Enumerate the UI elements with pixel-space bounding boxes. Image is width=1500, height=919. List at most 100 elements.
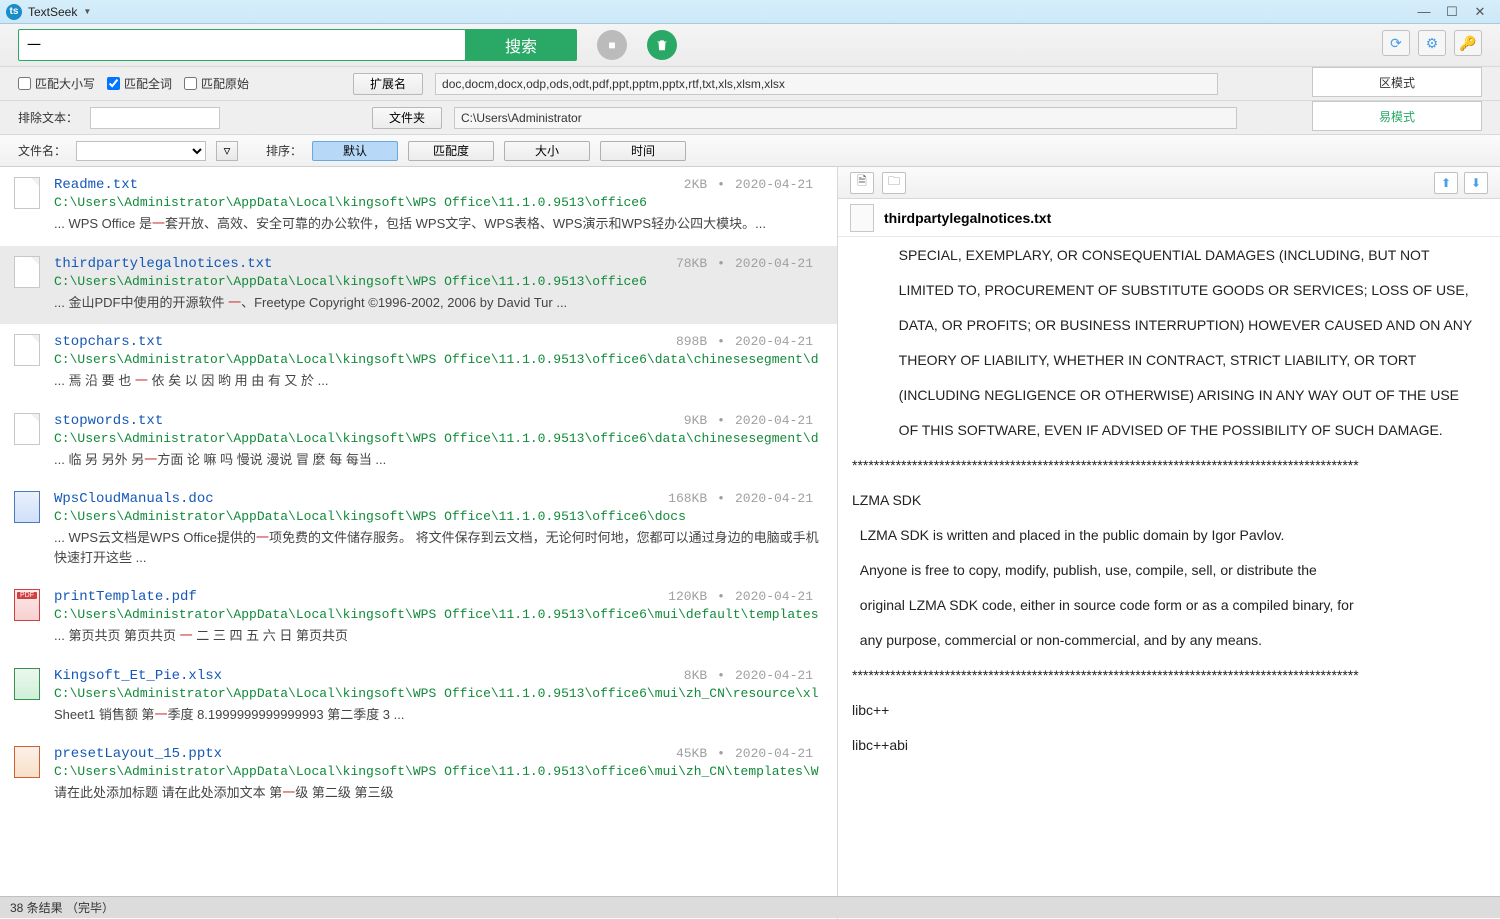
- preview-doc-view-button[interactable]: 🗎: [850, 172, 874, 194]
- result-date: 2020-04-21: [735, 413, 813, 428]
- result-meta: 8KB•2020-04-21: [684, 668, 813, 683]
- result-date: 2020-04-21: [735, 334, 813, 349]
- close-button[interactable]: ✕: [1466, 2, 1494, 22]
- prev-match-button[interactable]: ⬆: [1434, 172, 1458, 194]
- preview-paragraph: LIMITED TO, PROCUREMENT OF SUBSTITUTE GO…: [852, 280, 1486, 301]
- preview-paragraph: libc++: [852, 700, 1486, 721]
- preview-pane: 🗎 🗀 ⬆ ⬇ thirdpartylegalnotices.txt SPECI…: [838, 167, 1500, 919]
- preview-paragraph: LZMA SDK is written and placed in the pu…: [852, 525, 1486, 546]
- result-meta: 9KB•2020-04-21: [684, 413, 813, 428]
- result-size: 898B: [676, 334, 707, 349]
- refresh-icon: ⟳: [1390, 35, 1402, 52]
- preview-paragraph: ****************************************…: [852, 665, 1486, 686]
- preview-paragraph: OF THIS SOFTWARE, EVEN IF ADVISED OF THE…: [852, 420, 1486, 441]
- clear-button[interactable]: [647, 30, 677, 60]
- app-title: TextSeek: [28, 5, 77, 19]
- result-item[interactable]: 78KB•2020-04-21thirdpartylegalnotices.tx…: [0, 246, 837, 325]
- result-item[interactable]: 168KB•2020-04-21WpsCloudManuals.docC:\Us…: [0, 481, 837, 579]
- result-meta: 2KB•2020-04-21: [684, 177, 813, 192]
- arrow-down-icon: ⬇: [1471, 176, 1481, 190]
- preview-file-icon: [850, 204, 874, 232]
- sort-time-button[interactable]: 时间: [600, 141, 686, 161]
- zone-mode-button[interactable]: 区模式: [1312, 67, 1482, 97]
- filename-filter-dropdown[interactable]: [76, 141, 206, 161]
- preview-paragraph: THEORY OF LIABILITY, WHETHER IN CONTRACT…: [852, 350, 1486, 371]
- file-type-icon: [14, 256, 40, 288]
- extensions-button[interactable]: 扩展名: [353, 73, 423, 95]
- search-button[interactable]: 搜索: [465, 29, 577, 61]
- preview-body[interactable]: SPECIAL, EXEMPLARY, OR CONSEQUENTIAL DAM…: [838, 237, 1500, 919]
- app-logo-icon: ts: [6, 4, 22, 20]
- preview-folder-view-button[interactable]: 🗀: [882, 172, 906, 194]
- result-snippet: ... 金山PDF中使用的开源软件 一、Freetype Copyright ©…: [54, 293, 819, 313]
- preview-toolbar: 🗎 🗀 ⬆ ⬇: [838, 167, 1500, 199]
- exclude-label: 排除文本：: [18, 109, 78, 126]
- result-filepath: C:\Users\Administrator\AppData\Local\kin…: [54, 195, 819, 210]
- file-type-icon: [14, 177, 40, 209]
- match-case-checkbox[interactable]: 匹配大小写: [18, 75, 95, 92]
- result-filepath: C:\Users\Administrator\AppData\Local\kin…: [54, 764, 819, 779]
- settings-button[interactable]: ⚙: [1418, 30, 1446, 56]
- result-filepath: C:\Users\Administrator\AppData\Local\kin…: [54, 686, 819, 701]
- exclude-input[interactable]: [90, 107, 220, 129]
- file-type-icon: [14, 746, 40, 778]
- preview-paragraph: SPECIAL, EXEMPLARY, OR CONSEQUENTIAL DAM…: [852, 245, 1486, 266]
- preview-paragraph: DATA, OR PROFITS; OR BUSINESS INTERRUPTI…: [852, 315, 1486, 336]
- result-meta: 898B•2020-04-21: [676, 334, 813, 349]
- result-item[interactable]: 9KB•2020-04-21stopwords.txtC:\Users\Admi…: [0, 403, 837, 482]
- result-date: 2020-04-21: [735, 491, 813, 506]
- trash-icon: [655, 38, 669, 52]
- next-match-button[interactable]: ⬇: [1464, 172, 1488, 194]
- folder-field[interactable]: C:\Users\Administrator: [454, 107, 1237, 129]
- main-content: 2KB•2020-04-21Readme.txtC:\Users\Adminis…: [0, 167, 1500, 919]
- file-type-icon: PDF: [14, 589, 40, 621]
- stop-button[interactable]: ■: [597, 30, 627, 60]
- result-meta: 45KB•2020-04-21: [676, 746, 813, 761]
- result-date: 2020-04-21: [735, 589, 813, 604]
- result-snippet: ... WPS Office 是一套开放、高效、安全可靠的办公软件，包括 WPS…: [54, 214, 819, 234]
- refresh-button[interactable]: ⟳: [1382, 30, 1410, 56]
- key-icon: 🔑: [1459, 35, 1476, 52]
- maximize-button[interactable]: ☐: [1438, 2, 1466, 22]
- match-original-checkbox[interactable]: 匹配原始: [184, 75, 249, 92]
- whole-word-label: 匹配全词: [124, 75, 172, 92]
- file-type-icon: [14, 491, 40, 523]
- result-size: 168KB: [668, 491, 707, 506]
- result-item[interactable]: 898B•2020-04-21stopchars.txtC:\Users\Adm…: [0, 324, 837, 403]
- status-text: 38 条结果 （完毕）: [10, 899, 114, 916]
- result-item[interactable]: 2KB•2020-04-21Readme.txtC:\Users\Adminis…: [0, 167, 837, 246]
- result-snippet: Sheet1 销售额 第一季度 8.1999999999999993 第二季度 …: [54, 705, 819, 725]
- folder-button[interactable]: 文件夹: [372, 107, 442, 129]
- preview-header: thirdpartylegalnotices.txt: [838, 199, 1500, 237]
- result-item[interactable]: PDF120KB•2020-04-21printTemplate.pdfC:\U…: [0, 579, 837, 658]
- result-meta: 120KB•2020-04-21: [668, 589, 813, 604]
- results-pane[interactable]: 2KB•2020-04-21Readme.txtC:\Users\Adminis…: [0, 167, 838, 919]
- result-snippet: 请在此处添加标题 请在此处添加文本 第一级 第二级 第三级: [54, 783, 819, 803]
- file-type-icon: [14, 413, 40, 445]
- filter-funnel-button[interactable]: ▿: [216, 141, 238, 161]
- result-item[interactable]: 45KB•2020-04-21presetLayout_15.pptxC:\Us…: [0, 736, 837, 815]
- titlebar: ts TextSeek ▼ — ☐ ✕: [0, 0, 1500, 24]
- extensions-field[interactable]: doc,docm,docx,odp,ods,odt,pdf,ppt,pptm,p…: [435, 73, 1218, 95]
- minimize-button[interactable]: —: [1410, 2, 1438, 22]
- preview-paragraph: LZMA SDK: [852, 490, 1486, 511]
- result-item[interactable]: 8KB•2020-04-21Kingsoft_Et_Pie.xlsxC:\Use…: [0, 658, 837, 737]
- sort-size-button[interactable]: 大小: [504, 141, 590, 161]
- match-original-label: 匹配原始: [201, 75, 249, 92]
- search-toolbar: 搜索 ■ ⟳ ⚙ 🔑: [0, 24, 1500, 67]
- search-input[interactable]: [18, 29, 466, 61]
- result-size: 78KB: [676, 256, 707, 271]
- easy-mode-button[interactable]: 易模式: [1312, 101, 1482, 131]
- sort-default-button[interactable]: 默认: [312, 141, 398, 161]
- sort-label: 排序：: [266, 142, 302, 159]
- key-button[interactable]: 🔑: [1454, 30, 1482, 56]
- whole-word-checkbox[interactable]: 匹配全词: [107, 75, 172, 92]
- sort-relevance-button[interactable]: 匹配度: [408, 141, 494, 161]
- result-size: 120KB: [668, 589, 707, 604]
- result-meta: 78KB•2020-04-21: [676, 256, 813, 271]
- match-case-label: 匹配大小写: [35, 75, 95, 92]
- folder-icon: 🗀: [888, 172, 900, 193]
- chevron-down-icon[interactable]: ▼: [83, 7, 91, 16]
- result-size: 45KB: [676, 746, 707, 761]
- result-snippet: ... 第页共页 第页共页 一 二 三 四 五 六 日 第页共页: [54, 626, 819, 646]
